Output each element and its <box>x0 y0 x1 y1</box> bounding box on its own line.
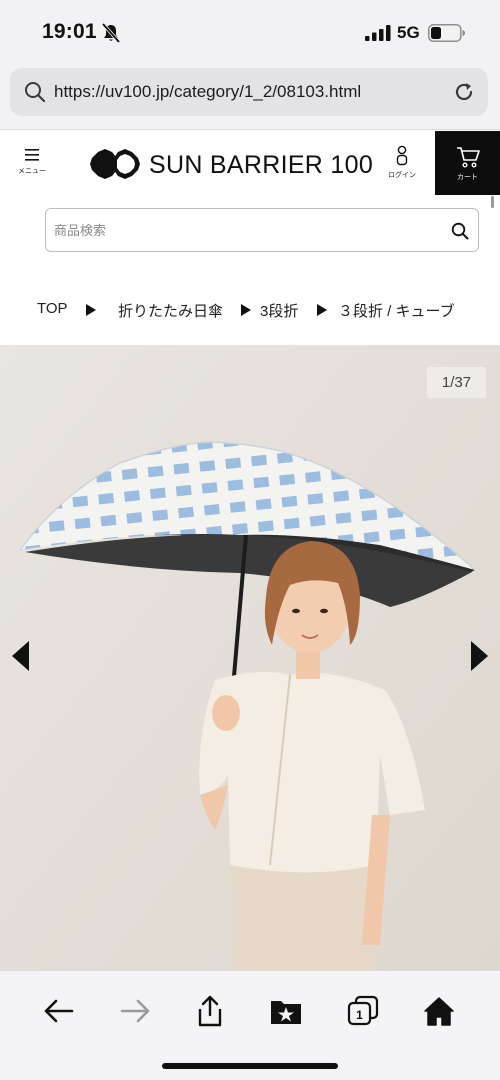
product-photo <box>0 345 500 970</box>
breadcrumb-current: ３段折 / キューブ <box>338 303 455 320</box>
home-button[interactable] <box>421 993 457 1029</box>
logo-mark-icon <box>90 149 140 179</box>
breadcrumb-top[interactable]: TOP <box>37 300 68 317</box>
search-icon <box>25 82 46 103</box>
search-submit-icon[interactable] <box>450 221 470 241</box>
back-button[interactable] <box>41 993 77 1029</box>
home-icon <box>424 997 454 1026</box>
signal-icon <box>365 25 391 41</box>
share-icon <box>198 995 222 1027</box>
status-bar: 19:01 5G <box>0 0 500 64</box>
image-counter: 1/37 <box>427 367 486 398</box>
status-time: 19:01 <box>42 20 97 43</box>
forward-button[interactable] <box>117 993 153 1029</box>
arrow-left-icon[interactable] <box>12 641 29 671</box>
breadcrumb-separator-icon <box>86 304 96 316</box>
back-arrow-icon <box>44 999 74 1023</box>
share-button[interactable] <box>192 993 228 1029</box>
page-scrollbar[interactable] <box>491 196 494 208</box>
bookmarks-button[interactable] <box>268 993 304 1029</box>
login-button[interactable]: ログイン <box>382 145 422 189</box>
tabs-icon: 1 <box>347 995 379 1026</box>
battery-icon <box>428 24 465 42</box>
breadcrumb-separator-icon <box>241 304 251 316</box>
bookmarks-icon <box>271 1001 301 1024</box>
tabs-button[interactable]: 1 <box>345 993 381 1029</box>
cart-label: カート <box>457 174 478 181</box>
network-type: 5G <box>397 23 420 42</box>
reload-icon[interactable] <box>452 80 476 104</box>
breadcrumb-separator-icon <box>317 304 327 316</box>
bell-slash-icon <box>101 22 121 44</box>
browser-toolbar: 1 <box>0 970 500 1080</box>
product-image-carousel[interactable]: 1/37 <box>0 345 500 970</box>
forward-arrow-icon <box>120 999 150 1023</box>
product-search-box <box>45 208 479 252</box>
arrow-right-icon[interactable] <box>471 641 488 671</box>
site-header: メニュー SUN BARRIER 100 ログイン カート <box>0 131 500 195</box>
menu-label: メニュー <box>18 168 46 175</box>
address-bar[interactable]: https://uv100.jp/category/1_2/08103.html <box>10 68 488 116</box>
breadcrumb-3fold[interactable]: 3段折 <box>260 300 298 321</box>
breadcrumb-folding-parasol[interactable]: 折りたたみ日傘 <box>118 300 223 321</box>
tabs-count: 1 <box>356 1008 363 1022</box>
cart-icon <box>456 147 480 168</box>
product-search-input[interactable] <box>54 219 424 241</box>
site-logo[interactable]: SUN BARRIER 100 <box>88 145 373 183</box>
breadcrumb: TOP 折りたたみ日傘 3段折 ３段折 / キューブ <box>0 298 500 322</box>
login-label: ログイン <box>388 172 416 179</box>
logo-text: SUN BARRIER 100 <box>149 151 374 179</box>
url-text[interactable]: https://uv100.jp/category/1_2/08103.html <box>54 82 361 102</box>
home-indicator[interactable] <box>162 1063 338 1069</box>
browser-address-area: https://uv100.jp/category/1_2/08103.html <box>0 64 500 130</box>
person-icon <box>396 145 408 166</box>
cart-button[interactable]: カート <box>435 131 500 195</box>
menu-button[interactable]: メニュー <box>10 147 54 187</box>
hamburger-icon <box>25 149 39 161</box>
